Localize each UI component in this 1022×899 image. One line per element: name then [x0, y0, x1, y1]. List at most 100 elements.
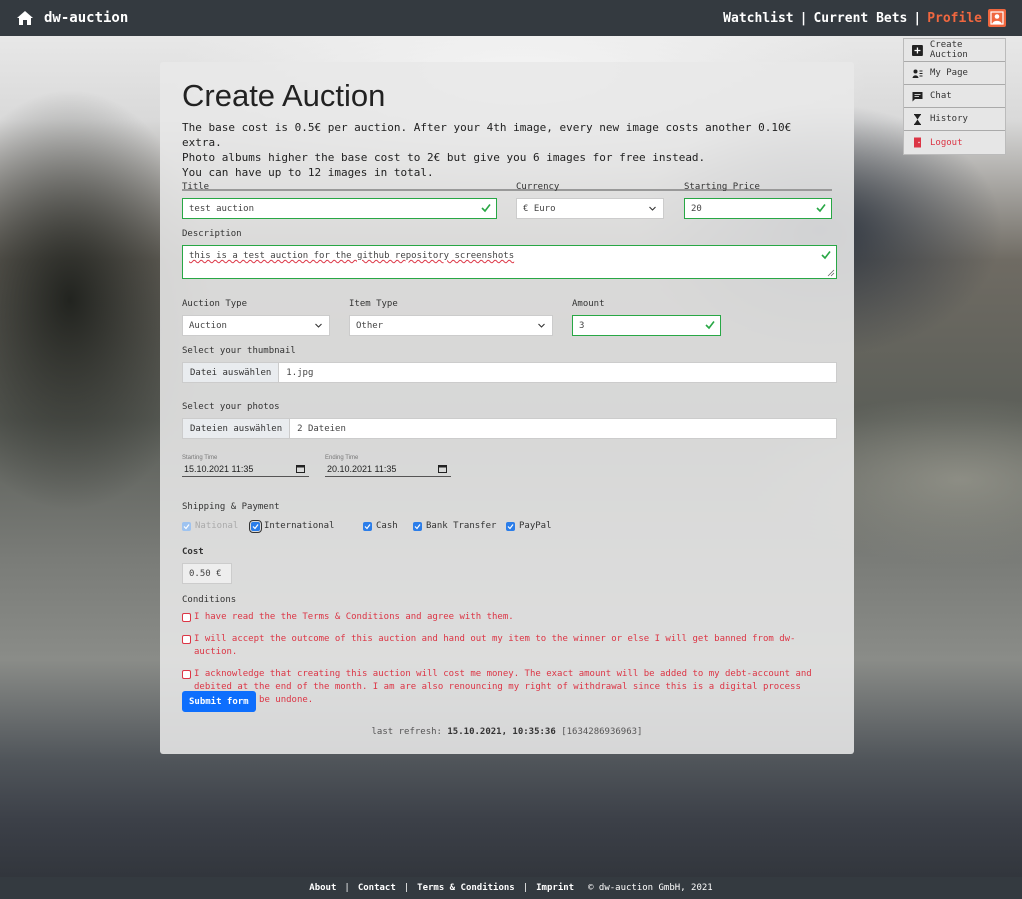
condition-terms[interactable]: I have read the the Terms & Conditions a…: [182, 611, 822, 624]
plus-square-icon: [912, 44, 923, 56]
brand[interactable]: dw-auction: [16, 10, 128, 26]
valid-check-icon: [816, 204, 826, 213]
create-auction-panel: Create Auction The base cost is 0.5€ per…: [160, 62, 854, 754]
auction-type-select[interactable]: Auction: [182, 315, 330, 336]
shipping-payment-label: Shipping & Payment: [182, 502, 280, 512]
item-type-select[interactable]: Other: [349, 315, 553, 336]
menu-item-my-page[interactable]: My Page: [904, 62, 1005, 85]
chevron-down-icon: [538, 323, 545, 328]
checkbox-box: [363, 521, 372, 531]
profile-link[interactable]: Profile: [927, 11, 982, 26]
starting-price-value: 20: [691, 203, 702, 214]
national-checkbox[interactable]: National: [182, 521, 238, 531]
condition-text: I have read the the Terms & Conditions a…: [194, 612, 514, 622]
intro-line: The base cost is 0.5€ per auction. After…: [182, 121, 792, 149]
cash-checkbox[interactable]: Cash: [363, 521, 398, 531]
condition-checkbox[interactable]: [182, 613, 191, 622]
menu-item-logout[interactable]: Logout: [904, 131, 1005, 154]
amount-input[interactable]: 3: [572, 315, 721, 336]
menu-item-label: My Page: [930, 68, 968, 78]
checkbox-box: [182, 521, 191, 531]
description-textarea[interactable]: this is a test auction for the github re…: [182, 245, 837, 279]
condition-text: I acknowledge that creating this auction…: [194, 669, 812, 705]
cost-value: 0.50 €: [189, 568, 222, 579]
menu-item-label: History: [930, 114, 968, 124]
amount-label: Amount: [572, 299, 605, 309]
profile-dropdown-menu: Create Auction My Page Chat History Logo…: [903, 38, 1006, 155]
nav-separator: |: [799, 10, 808, 26]
watchlist-link[interactable]: Watchlist: [723, 11, 793, 26]
thumbnail-choose-button[interactable]: Datei auswählen: [183, 363, 280, 382]
chat-icon: [912, 91, 923, 101]
door-icon: [914, 137, 921, 148]
international-checkbox[interactable]: International: [249, 519, 335, 533]
refresh-prefix: last refresh:: [371, 727, 442, 737]
calendar-icon[interactable]: [438, 465, 447, 473]
currency-select-value: € Euro: [523, 203, 556, 214]
footer-contact-link[interactable]: Contact: [358, 883, 396, 893]
resize-handle-icon[interactable]: [827, 269, 835, 277]
thumbnail-filename: 1.jpg: [286, 367, 314, 378]
photos-filename: 2 Dateien: [297, 423, 346, 434]
photos-file-input[interactable]: Dateien auswählen 2 Dateien: [182, 418, 837, 439]
checkbox-label: PayPal: [519, 521, 552, 531]
calendar-icon[interactable]: [296, 465, 305, 473]
profile-icon[interactable]: [988, 9, 1006, 27]
item-type-label: Item Type: [349, 299, 398, 309]
menu-item-create-auction[interactable]: Create Auction: [904, 39, 1005, 62]
ending-time-value: 20.10.2021 11:35: [327, 463, 397, 474]
home-icon: [17, 11, 33, 25]
footer-imprint-link[interactable]: Imprint: [536, 883, 574, 893]
description-label: Description: [182, 229, 242, 239]
auction-type-label: Auction Type: [182, 299, 248, 309]
title-label: Title: [182, 182, 210, 192]
description-value: this is a test auction for the github re…: [189, 251, 515, 261]
footer-separator: |: [522, 883, 529, 893]
checkbox-box: [249, 519, 262, 533]
footer: About | Contact | Terms & Conditions | I…: [0, 877, 1022, 899]
current-bets-link[interactable]: Current Bets: [813, 11, 907, 26]
condition-checkbox[interactable]: [182, 635, 191, 644]
page-title: Create Auction: [182, 78, 386, 113]
condition-outcome[interactable]: I will accept the outcome of this auctio…: [182, 633, 822, 659]
checkbox-label: International: [264, 521, 335, 531]
brand-name: dw-auction: [44, 10, 129, 26]
title-input[interactable]: test auction: [182, 198, 497, 219]
starting-time-input[interactable]: 15.10.2021 11:35: [182, 461, 309, 477]
footer-copyright: © dw-auction GmbH, 2021: [588, 883, 713, 893]
condition-payment[interactable]: I acknowledge that creating this auction…: [182, 668, 822, 707]
menu-item-history[interactable]: History: [904, 108, 1005, 131]
photos-choose-button[interactable]: Dateien auswählen: [183, 419, 291, 438]
thumbnail-file-input[interactable]: Datei auswählen 1.jpg: [182, 362, 837, 383]
paypal-checkbox[interactable]: PayPal: [506, 521, 552, 531]
condition-checkbox[interactable]: [182, 670, 191, 679]
condition-text: I will accept the outcome of this auctio…: [194, 634, 796, 657]
submit-button[interactable]: Submit form: [182, 691, 256, 712]
starting-price-label: Starting Price: [684, 182, 760, 192]
chevron-down-icon: [649, 206, 656, 211]
menu-item-label: Chat: [930, 91, 952, 101]
auction-type-value: Auction: [189, 320, 227, 331]
intro-line: You can have up to 12 images in total.: [182, 166, 434, 179]
thumbnail-label: Select your thumbnail: [182, 346, 296, 356]
title-input-value: test auction: [189, 203, 255, 214]
currency-label: Currency: [516, 182, 560, 192]
intro-text: The base cost is 0.5€ per auction. After…: [182, 120, 832, 180]
footer-terms-link[interactable]: Terms & Conditions: [417, 883, 515, 893]
menu-item-chat[interactable]: Chat: [904, 85, 1005, 108]
bank-transfer-checkbox[interactable]: Bank Transfer: [413, 521, 496, 531]
ending-time-input[interactable]: 20.10.2021 11:35: [325, 461, 451, 477]
starting-time-value: 15.10.2021 11:35: [184, 463, 254, 474]
footer-separator: |: [344, 883, 350, 893]
refresh-stamp: [1634286936963]: [561, 727, 643, 737]
footer-separator: |: [403, 883, 410, 893]
footer-about-link[interactable]: About: [309, 883, 336, 893]
nav-separator: |: [913, 10, 922, 26]
last-refresh: last refresh: 15.10.2021, 10:35:36 [1634…: [160, 727, 854, 737]
starting-price-input[interactable]: 20: [684, 198, 832, 219]
checkbox-box: [413, 521, 422, 531]
currency-select[interactable]: € Euro: [516, 198, 664, 219]
menu-item-label: Logout: [930, 137, 963, 148]
refresh-datetime: 15.10.2021, 10:35:36: [447, 727, 556, 737]
valid-check-icon: [481, 204, 491, 213]
